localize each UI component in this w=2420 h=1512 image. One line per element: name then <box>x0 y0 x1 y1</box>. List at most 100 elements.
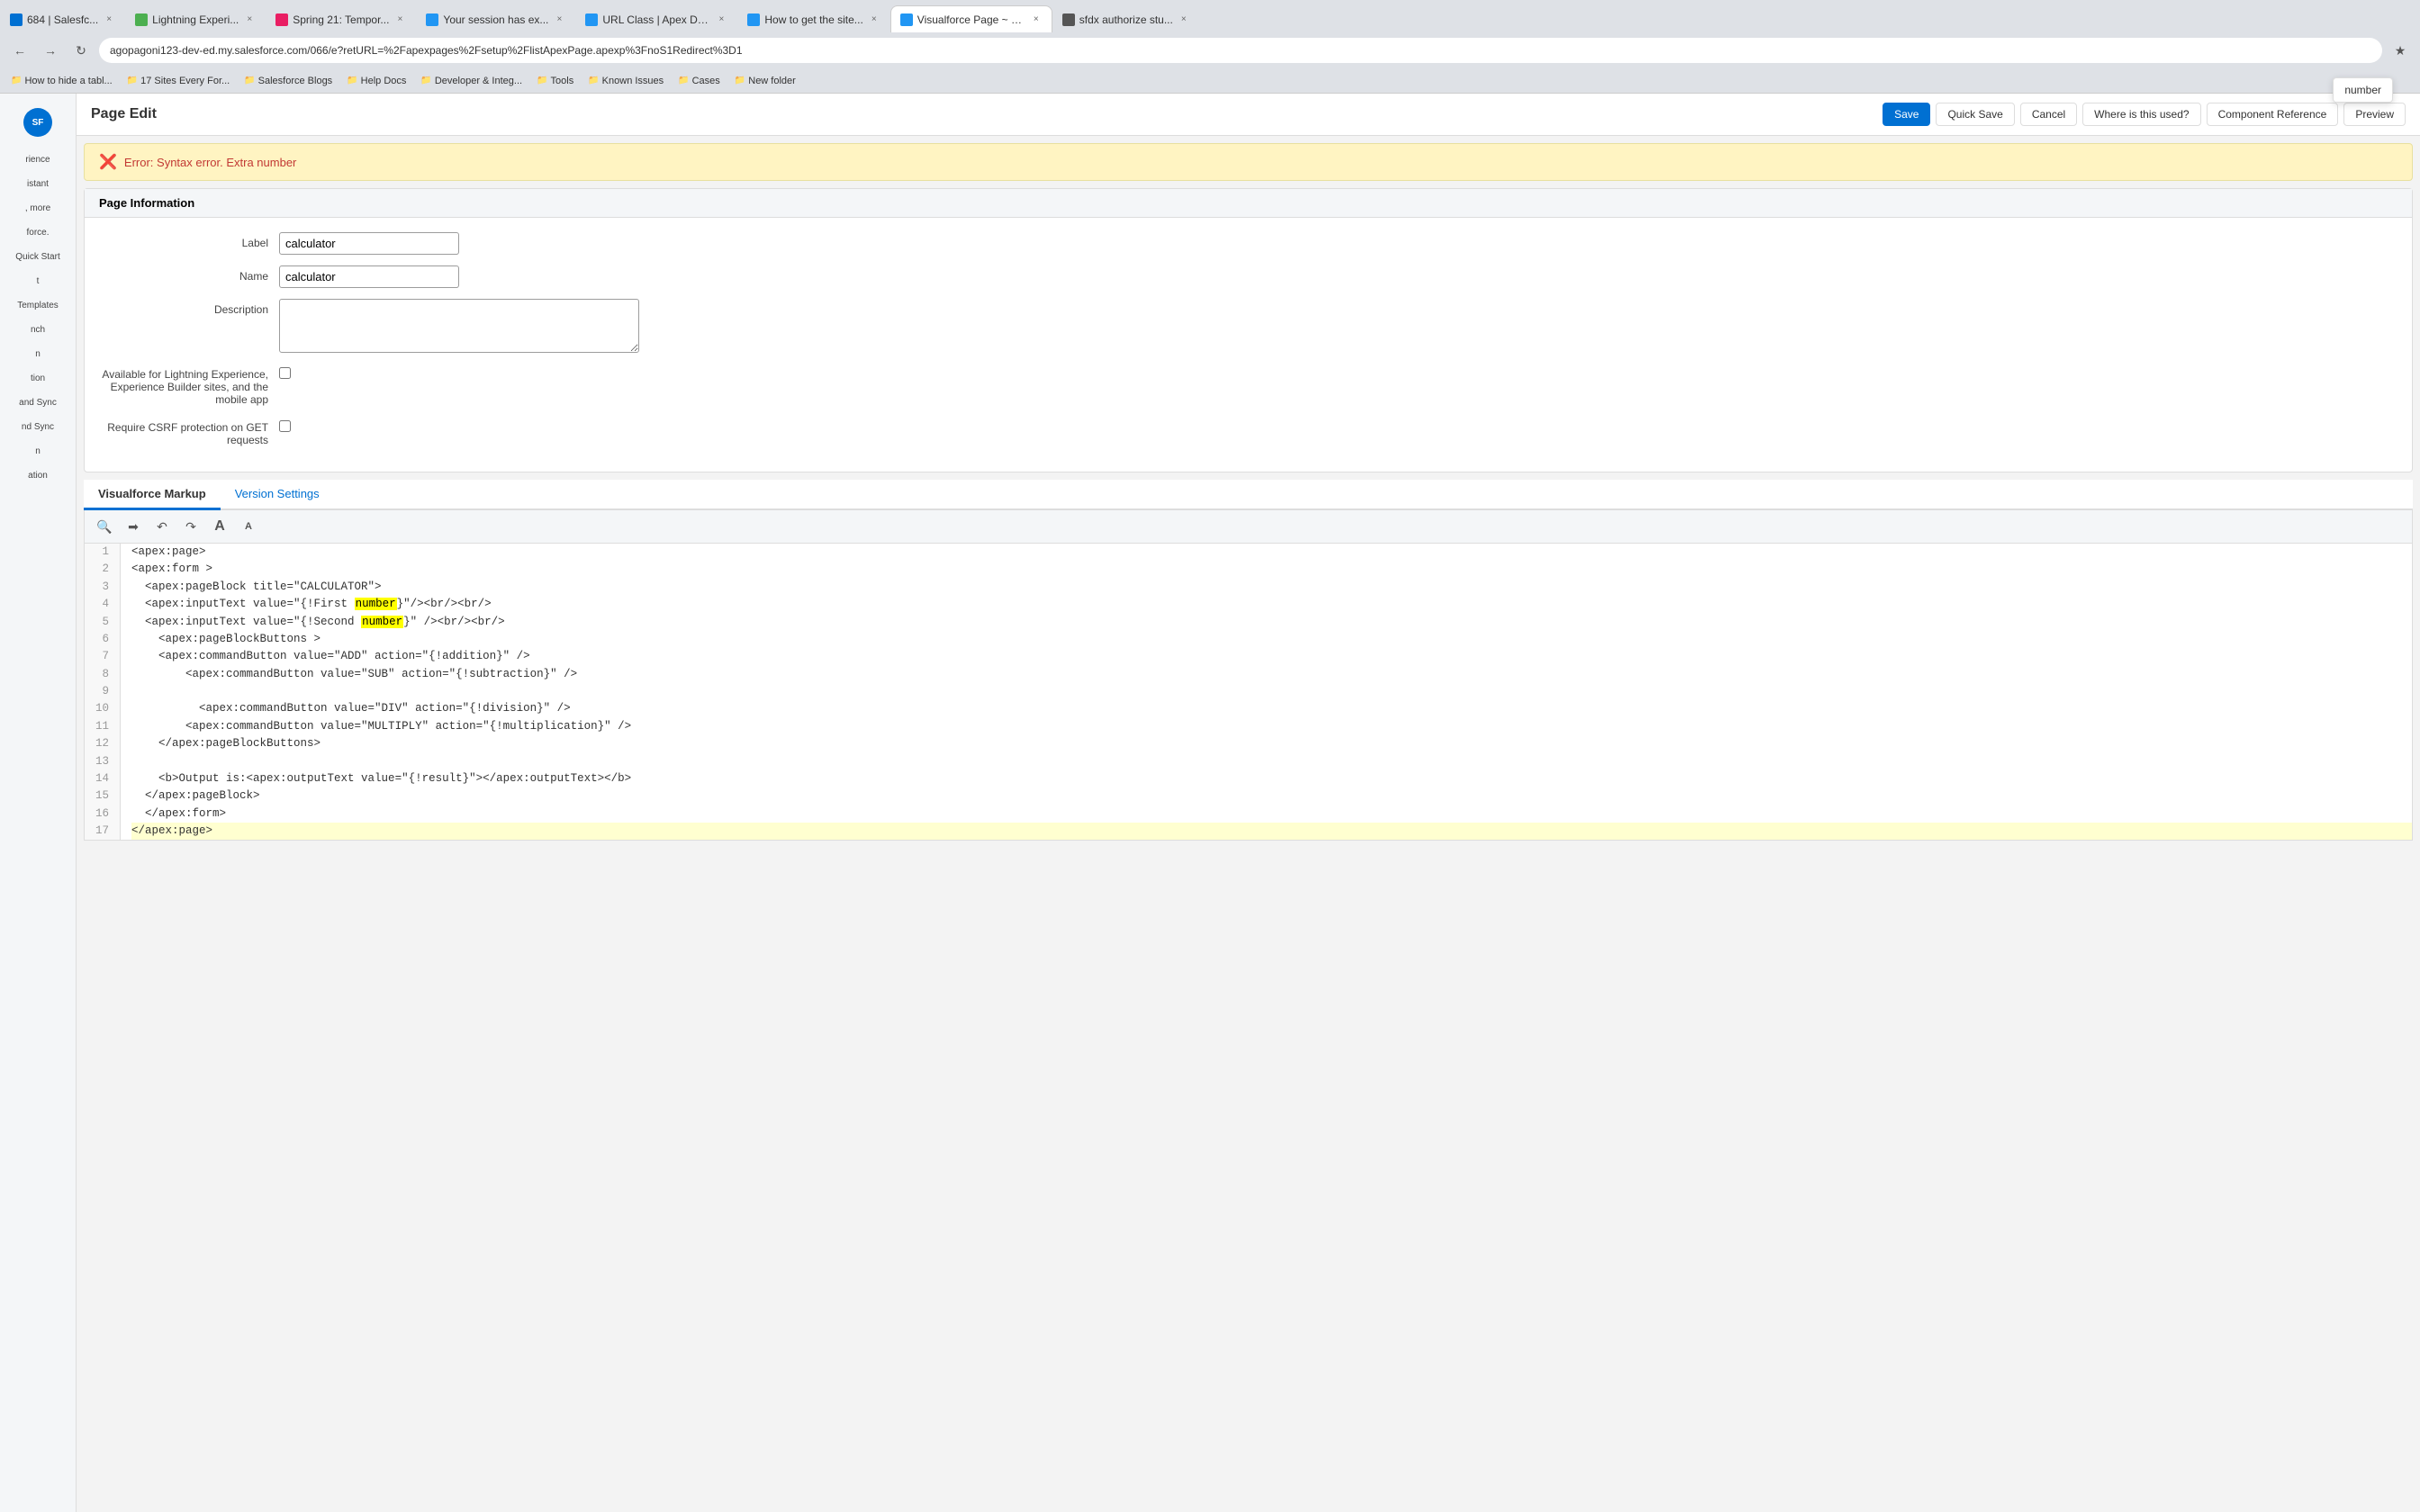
tab-favicon <box>135 14 148 26</box>
sidebar-items-container: rienceistant, moreforce.Quick StarttTemp… <box>0 148 76 488</box>
bookmark-item[interactable]: 📁17 Sites Every For... <box>123 74 234 88</box>
back-button[interactable]: ← <box>7 38 32 63</box>
sidebar-item-more[interactable]: , more <box>0 196 76 220</box>
bookmark-icon: 📁 <box>735 76 745 86</box>
bookmark-item[interactable]: 📁New folder <box>731 74 799 88</box>
csrf-checkbox[interactable] <box>279 420 291 432</box>
sidebar-item-tion[interactable]: tion <box>0 366 76 391</box>
save-button[interactable]: Save <box>1883 103 1930 126</box>
tab-close-icon[interactable]: × <box>1178 14 1190 26</box>
bookmark-icon: 📁 <box>347 76 357 86</box>
bookmark-icon: 📁 <box>588 76 599 86</box>
reload-button[interactable]: ↻ <box>68 38 94 63</box>
tab-close-icon[interactable]: × <box>1030 14 1043 26</box>
page-information-section: Page Information Label Name Description … <box>84 188 2413 472</box>
sidebar-item-n[interactable]: n <box>0 342 76 366</box>
line-number-13: 13 <box>92 753 113 770</box>
line-number-6: 6 <box>92 631 113 648</box>
label-input[interactable] <box>279 232 459 255</box>
tab-label: sfdx authorize stu... <box>1079 14 1173 26</box>
bookmark-icon: 📁 <box>11 76 22 86</box>
sidebar-item-and-sync[interactable]: and Sync <box>0 391 76 415</box>
bookmark-item[interactable]: 📁Known Issues <box>584 74 667 88</box>
tab-close-icon[interactable]: × <box>103 14 115 26</box>
header-buttons: Save Quick Save Cancel Where is this use… <box>1883 103 2406 126</box>
editor-tab-vf-markup[interactable]: Visualforce Markup <box>84 480 221 510</box>
code-line-5: <apex:inputText value="{!Second number}"… <box>131 614 2412 631</box>
code-line-10: <apex:commandButton value="DIV" action="… <box>131 700 2412 717</box>
bookmarks-bar: 📁How to hide a tabl... 📁17 Sites Every Fo… <box>0 68 2420 94</box>
font-small-btn[interactable]: A <box>238 516 259 537</box>
tab-close-icon[interactable]: × <box>553 14 565 26</box>
label-field-label: Label <box>99 232 279 249</box>
search-toolbar-btn[interactable]: 🔍 <box>94 516 115 537</box>
code-line-2: <apex:form > <box>131 561 2412 578</box>
tabs-bar: Visualforce MarkupVersion Settings <box>84 480 2413 510</box>
bookmark-item[interactable]: 📁Developer & Integ... <box>417 74 526 88</box>
preview-button[interactable]: Preview <box>2343 103 2406 126</box>
error-icon: ❌ <box>99 153 117 171</box>
sidebar-item-salesforce[interactable]: force. <box>0 220 76 245</box>
address-bar-input[interactable] <box>99 38 2382 63</box>
sidebar-item-nd-sync[interactable]: nd Sync <box>0 415 76 439</box>
sidebar-item-ation[interactable]: ation <box>0 464 76 488</box>
tab-label: URL Class | Apex De... <box>602 14 710 26</box>
section-header: Page Information <box>85 189 2412 218</box>
csrf-row: Require CSRF protection on GET requests <box>99 417 2397 446</box>
bookmark-item[interactable]: 📁Help Docs <box>343 74 410 88</box>
bookmark-label: Cases <box>692 76 720 86</box>
tab-close-icon[interactable]: × <box>243 14 256 26</box>
sidebar-item-item-t[interactable]: t <box>0 269 76 293</box>
redo-toolbar-btn[interactable]: ↷ <box>180 516 202 537</box>
bookmark-item[interactable]: 📁Cases <box>674 74 724 88</box>
address-bar-row: ← → ↻ ★ <box>0 32 2420 68</box>
browser-tab-tab2[interactable]: Lightning Experi... × <box>125 5 266 32</box>
bookmark-item[interactable]: 📁Salesforce Blogs <box>240 74 336 88</box>
quick-save-button[interactable]: Quick Save <box>1936 103 2014 126</box>
browser-tab-tab1[interactable]: 684 | Salesfc... × <box>0 5 125 32</box>
sidebar-item-assistant[interactable]: istant <box>0 172 76 196</box>
tooltip-popup: number <box>2333 77 2393 103</box>
lightning-checkbox[interactable] <box>279 367 291 379</box>
browser-tab-tab5[interactable]: URL Class | Apex De... × <box>575 5 737 32</box>
name-row: Name <box>99 266 2397 288</box>
line-numbers: 1234567891011121314151617 <box>85 544 121 840</box>
browser-tab-tab8[interactable]: sfdx authorize stu... × <box>1052 5 1200 32</box>
forward-toolbar-btn[interactable]: ➡ <box>122 516 144 537</box>
tooltip-text: number <box>2344 84 2381 96</box>
bookmark-label: Salesforce Blogs <box>258 76 333 86</box>
editor-tab-version-settings[interactable]: Version Settings <box>221 480 334 510</box>
bookmark-icon: 📁 <box>127 76 138 86</box>
browser-tab-tab3[interactable]: Spring 21: Tempor... × <box>266 5 416 32</box>
tab-favicon <box>426 14 438 26</box>
bookmark-item[interactable]: 📁Tools <box>533 74 577 88</box>
browser-tab-tab7[interactable]: Visualforce Page ~ S... × <box>890 5 1052 32</box>
sidebar-item-templates[interactable]: Templates <box>0 293 76 318</box>
undo-toolbar-btn[interactable]: ↶ <box>151 516 173 537</box>
bookmark-icon: 📁 <box>420 76 431 86</box>
name-input[interactable] <box>279 266 459 288</box>
sidebar: SF rienceistant, moreforce.Quick StarttT… <box>0 94 77 1512</box>
where-used-button[interactable]: Where is this used? <box>2082 103 2200 126</box>
tab-close-icon[interactable]: × <box>715 14 727 26</box>
bookmark-item[interactable]: 📁How to hide a tabl... <box>7 74 116 88</box>
tab-close-icon[interactable]: × <box>393 14 406 26</box>
sidebar-item-experience[interactable]: rience <box>0 148 76 172</box>
bookmark-star[interactable]: ★ <box>2388 38 2413 63</box>
sidebar-item-quick-start[interactable]: Quick Start <box>0 245 76 269</box>
browser-tab-tab6[interactable]: How to get the site... × <box>737 5 889 32</box>
tab-close-icon[interactable]: × <box>868 14 880 26</box>
sidebar-item-nch[interactable]: nch <box>0 318 76 342</box>
line-number-3: 3 <box>92 579 113 596</box>
cancel-button[interactable]: Cancel <box>2020 103 2077 126</box>
code-content[interactable]: <apex:page> <apex:form > <apex:pageBlock… <box>121 544 2412 840</box>
browser-tab-tab4[interactable]: Your session has ex... × <box>416 5 575 32</box>
font-large-btn[interactable]: A <box>209 516 230 537</box>
bookmark-label: New folder <box>748 76 796 86</box>
main-content: Page Edit Save Quick Save Cancel Where i… <box>77 94 2420 1512</box>
tab-favicon <box>275 14 288 26</box>
forward-button[interactable]: → <box>38 38 63 63</box>
desc-textarea[interactable] <box>279 299 639 353</box>
component-reference-button[interactable]: Component Reference <box>2207 103 2339 126</box>
sidebar-item-n2[interactable]: n <box>0 439 76 464</box>
